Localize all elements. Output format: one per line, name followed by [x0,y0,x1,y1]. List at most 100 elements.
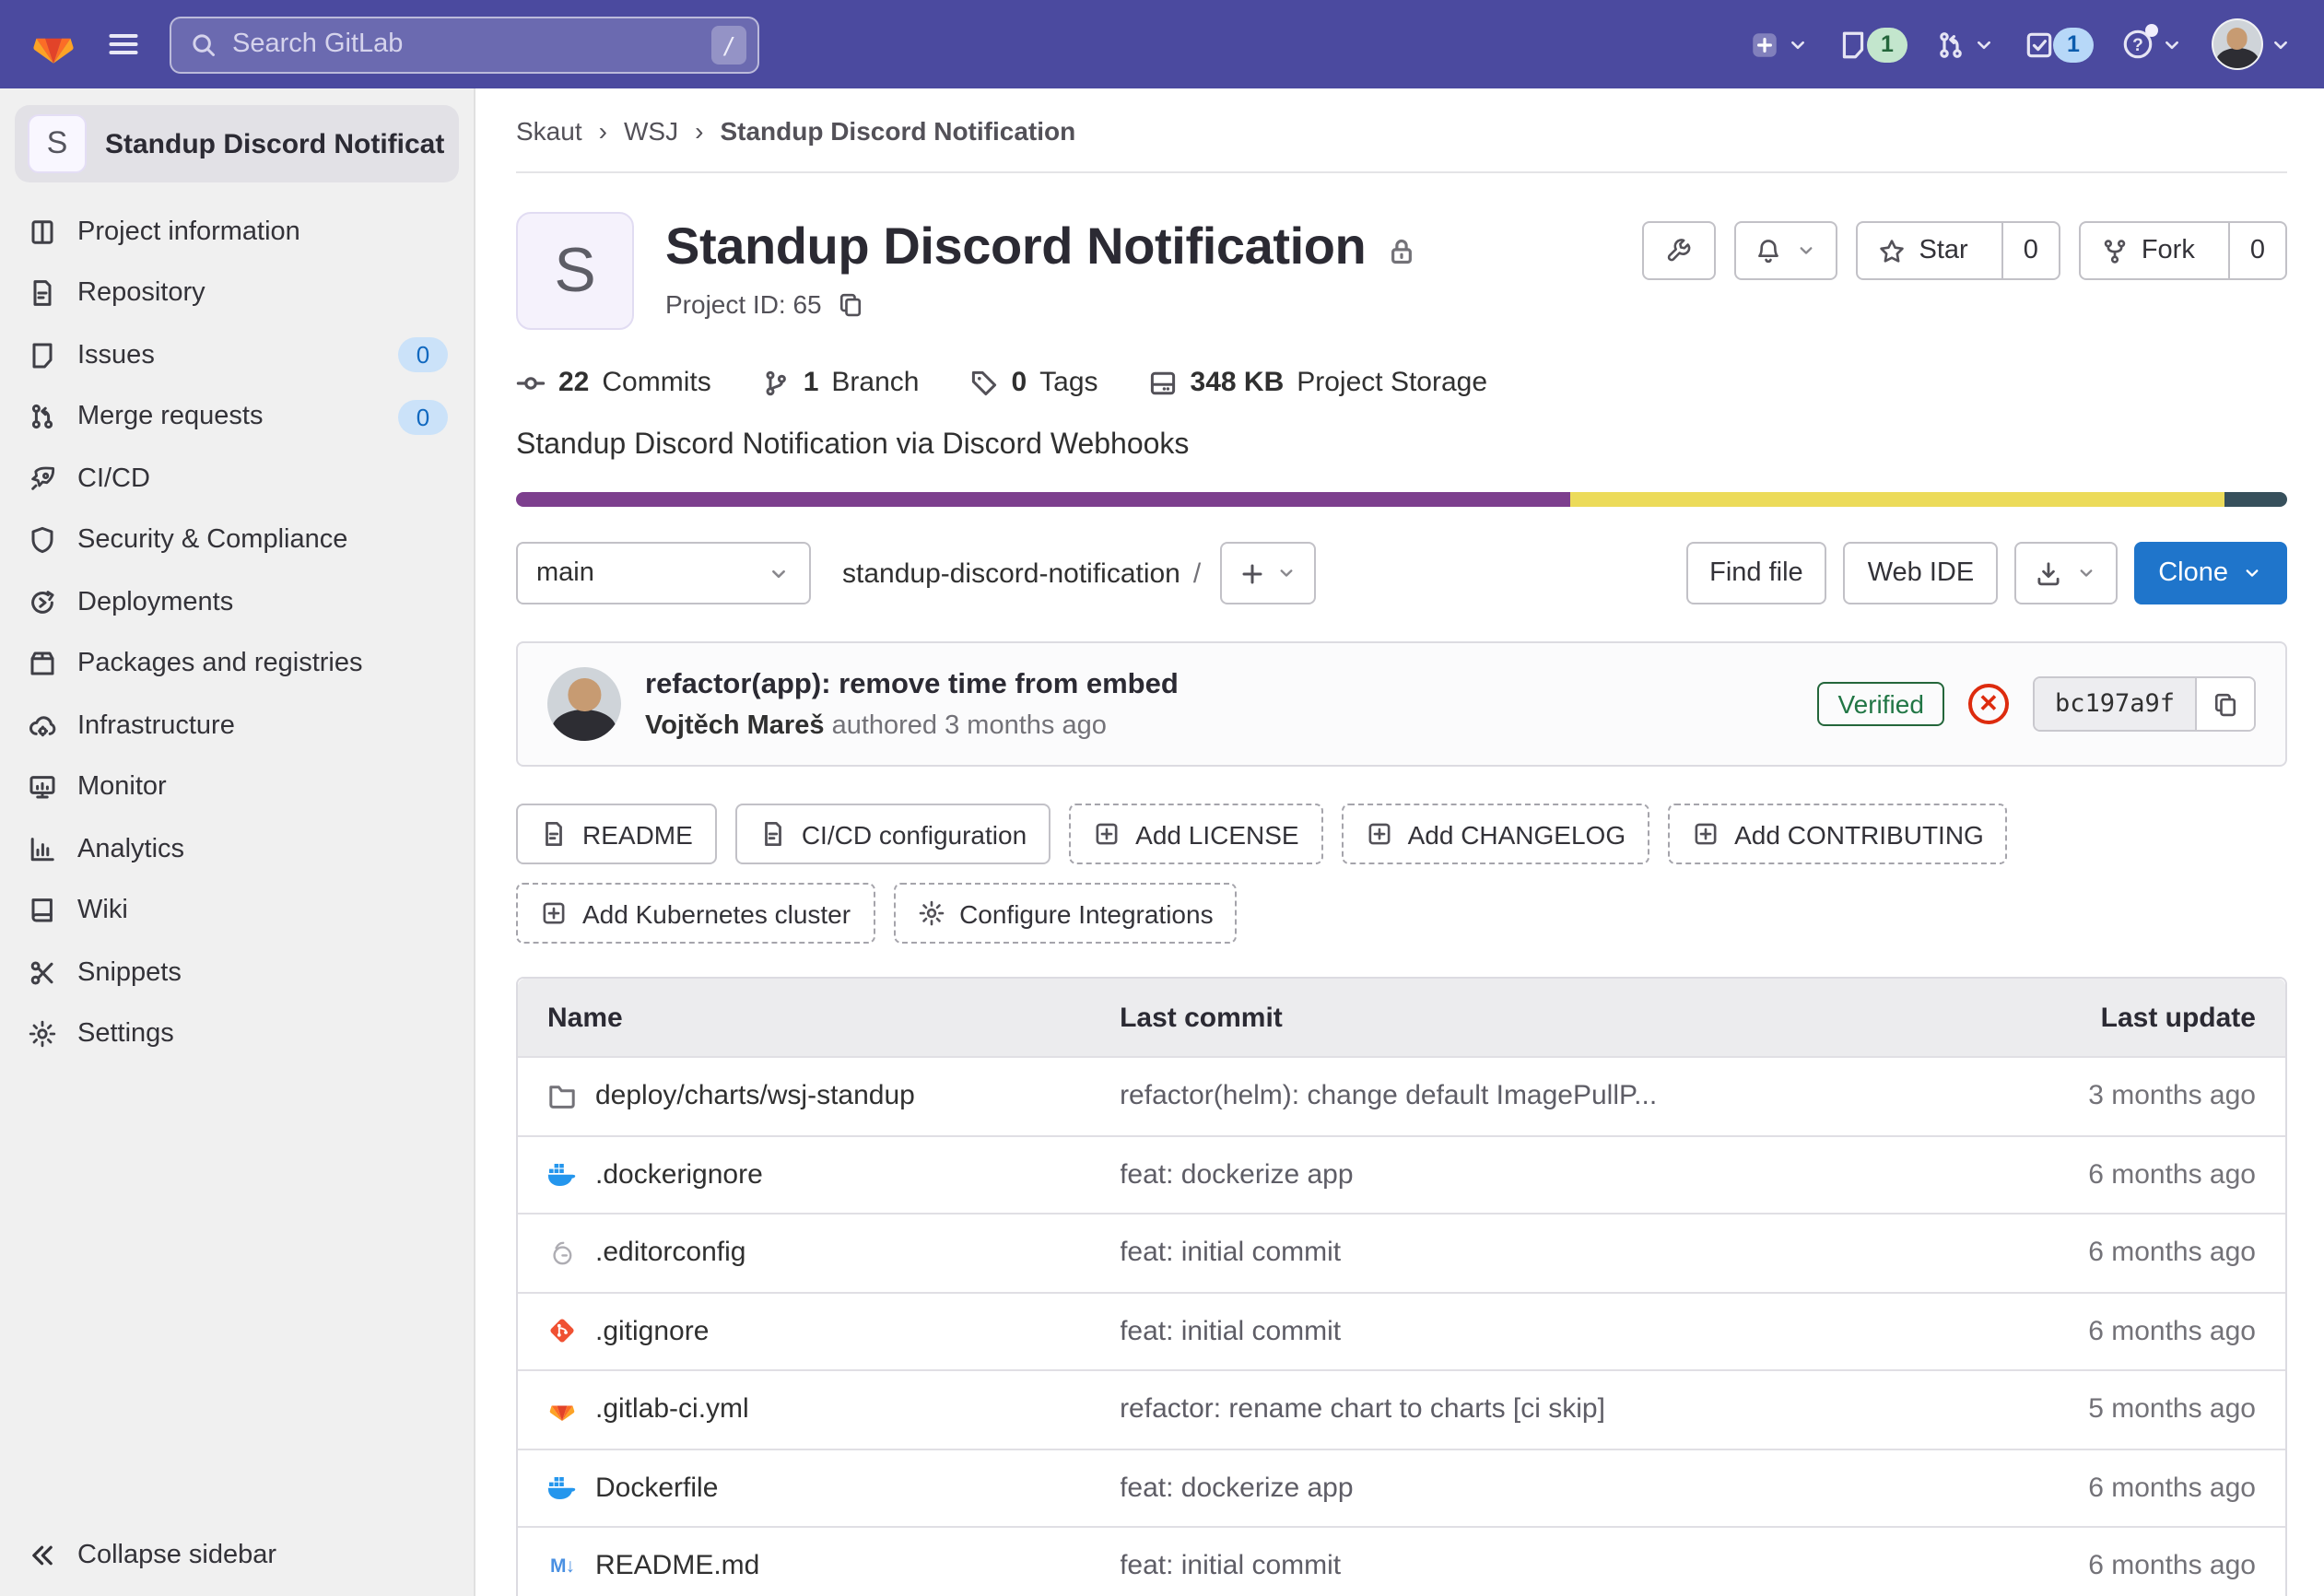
search-box[interactable]: / [170,16,759,73]
collapse-sidebar-button[interactable]: Collapse sidebar [0,1515,474,1596]
verified-badge[interactable]: Verified [1818,682,1944,726]
sidebar-item-packages-registries[interactable]: Packages and registries [0,633,474,695]
cicd-configuration-button[interactable]: CI/CD configuration [735,804,1050,864]
package-icon [28,650,57,679]
commit-message-link[interactable]: feat: dockerize app [1120,1473,1961,1504]
sidebar-item-label: Monitor [77,773,167,803]
tags-label: Tags [1039,367,1097,398]
file-name: .gitlab-ci.yml [595,1394,749,1426]
sidebar-item-monitor[interactable]: Monitor [0,757,474,818]
configure-integrations-button[interactable]: Configure Integrations [893,883,1238,944]
add-license-button[interactable]: Add LICENSE [1069,804,1322,864]
sidebar-item-cicd[interactable]: CI/CD [0,448,474,510]
sidebar-item-settings[interactable]: Settings [0,1003,474,1065]
copy-sha-button[interactable] [2195,678,2254,730]
add-kubernetes-cluster-label: Add Kubernetes cluster [582,898,851,928]
hamburger-menu-icon[interactable] [103,24,144,65]
notification-dot [2145,24,2158,37]
file-link[interactable]: Dockerfile [547,1473,1120,1504]
file-tree-table: Name Last commit Last update deploy/char… [516,977,2287,1596]
help-menu-button[interactable]: ? [2116,24,2189,65]
commit-message-link[interactable]: refactor: rename chart to charts [ci ski… [1120,1394,1961,1426]
copy-project-id-button[interactable] [837,290,864,318]
copy-icon [2212,690,2239,718]
navbar-issues-button[interactable]: 1 [1832,23,1913,65]
navbar-merge-requests-button[interactable] [1930,25,2001,64]
commit-author-link[interactable]: Vojtěch Mareš [645,710,825,740]
sidebar-item-issues[interactable]: Issues 0 [0,324,474,386]
editorconfig-icon [547,1238,577,1268]
commit-message-link[interactable]: feat: initial commit [1120,1238,1961,1269]
add-license-label: Add LICENSE [1135,819,1298,849]
navbar-todos-button[interactable]: 1 [2018,23,2099,65]
commit-message-link[interactable]: feat: initial commit [1120,1551,1961,1582]
file-link[interactable]: .gitignore [547,1316,1120,1347]
web-ide-button[interactable]: Web IDE [1844,542,1999,604]
clone-button[interactable]: Clone [2134,542,2287,604]
sidebar-item-wiki[interactable]: Wiki [0,880,474,942]
sidebar-item-security-compliance[interactable]: Security & Compliance [0,510,474,571]
fork-button[interactable]: Fork [2081,223,2215,278]
commits-stat[interactable]: 22 Commits [516,367,711,398]
find-file-button[interactable]: Find file [1685,542,1827,604]
file-link[interactable]: .gitlab-ci.yml [547,1394,1120,1426]
column-header-last-commit: Last commit [1120,1002,1961,1033]
todo-check-icon [2024,29,2055,60]
file-link[interactable]: deploy/charts/wsj-standup [547,1081,1120,1112]
fork-icon [2101,237,2129,264]
file-link[interactable]: .dockerignore [547,1159,1120,1191]
commit-message-link[interactable]: refactor(app): remove time from embed [645,668,1179,701]
sidebar-item-snippets[interactable]: Snippets [0,942,474,1003]
star-button[interactable]: Star [1859,223,1989,278]
sidebar-item-deployments[interactable]: Deployments [0,571,474,633]
sidebar-item-merge-requests[interactable]: Merge requests 0 [0,386,474,448]
commit-message-link[interactable]: feat: dockerize app [1120,1159,1961,1191]
file-icon [540,820,568,848]
admin-wrench-button[interactable] [1643,221,1717,280]
branch-icon [761,368,791,397]
breadcrumb-project-link[interactable]: Standup Discord Notification [720,115,1075,145]
storage-stat[interactable]: 348 KB Project Storage [1148,367,1488,398]
chevron-down-icon [2241,562,2263,584]
last-update-time: 6 months ago [1961,1159,2256,1191]
search-input[interactable] [232,29,697,59]
add-file-dropdown-button[interactable] [1219,542,1315,604]
notifications-button[interactable] [1735,221,1838,280]
commit-message-link[interactable]: refactor(helm): change default ImagePull… [1120,1081,1961,1112]
docker-icon [547,1473,577,1503]
commit-icon [516,368,546,397]
star-icon [1879,237,1907,264]
pipeline-failed-icon[interactable]: ✕ [1968,684,2009,724]
file-link[interactable]: .editorconfig [547,1238,1120,1269]
sidebar-item-analytics[interactable]: Analytics [0,818,474,880]
new-menu-button[interactable] [1743,25,1815,64]
commit-author-avatar[interactable] [547,667,621,741]
readme-button[interactable]: README [516,804,717,864]
sidebar-project-context[interactable]: S Standup Discord Notificati... [15,105,459,182]
add-changelog-button[interactable]: Add CHANGELOG [1342,804,1650,864]
commit-message-link[interactable]: feat: initial commit [1120,1316,1961,1347]
star-count[interactable]: 0 [2001,223,2059,278]
branch-selector[interactable]: main [516,542,811,604]
tags-stat[interactable]: 0 Tags [968,367,1097,398]
sidebar-item-project-information[interactable]: Project information [0,201,474,263]
last-update-time: 6 months ago [1961,1238,2256,1269]
chevron-down-icon [2160,32,2184,56]
top-navbar: / 1 1 ? [0,0,2324,88]
download-source-button[interactable] [2014,542,2118,604]
user-menu-button[interactable] [2206,15,2298,74]
disk-icon [1148,368,1178,397]
sidebar-item-infrastructure[interactable]: Infrastructure [0,695,474,757]
add-kubernetes-cluster-button[interactable]: Add Kubernetes cluster [516,883,874,944]
breadcrumb-subgroup-link[interactable]: WSJ [624,115,678,145]
gitlab-logo-icon[interactable] [29,21,77,67]
file-link[interactable]: M↓ README.md [547,1551,1120,1582]
repo-root-link[interactable]: standup-discord-notification [842,557,1180,589]
language-bar[interactable] [516,492,2287,507]
readme-label: README [582,819,693,849]
branches-stat[interactable]: 1 Branch [761,367,920,398]
sidebar-item-repository[interactable]: Repository [0,263,474,324]
breadcrumb-group-link[interactable]: Skaut [516,115,582,145]
fork-count[interactable]: 0 [2228,223,2285,278]
add-contributing-button[interactable]: Add CONTRIBUTING [1668,804,2008,864]
